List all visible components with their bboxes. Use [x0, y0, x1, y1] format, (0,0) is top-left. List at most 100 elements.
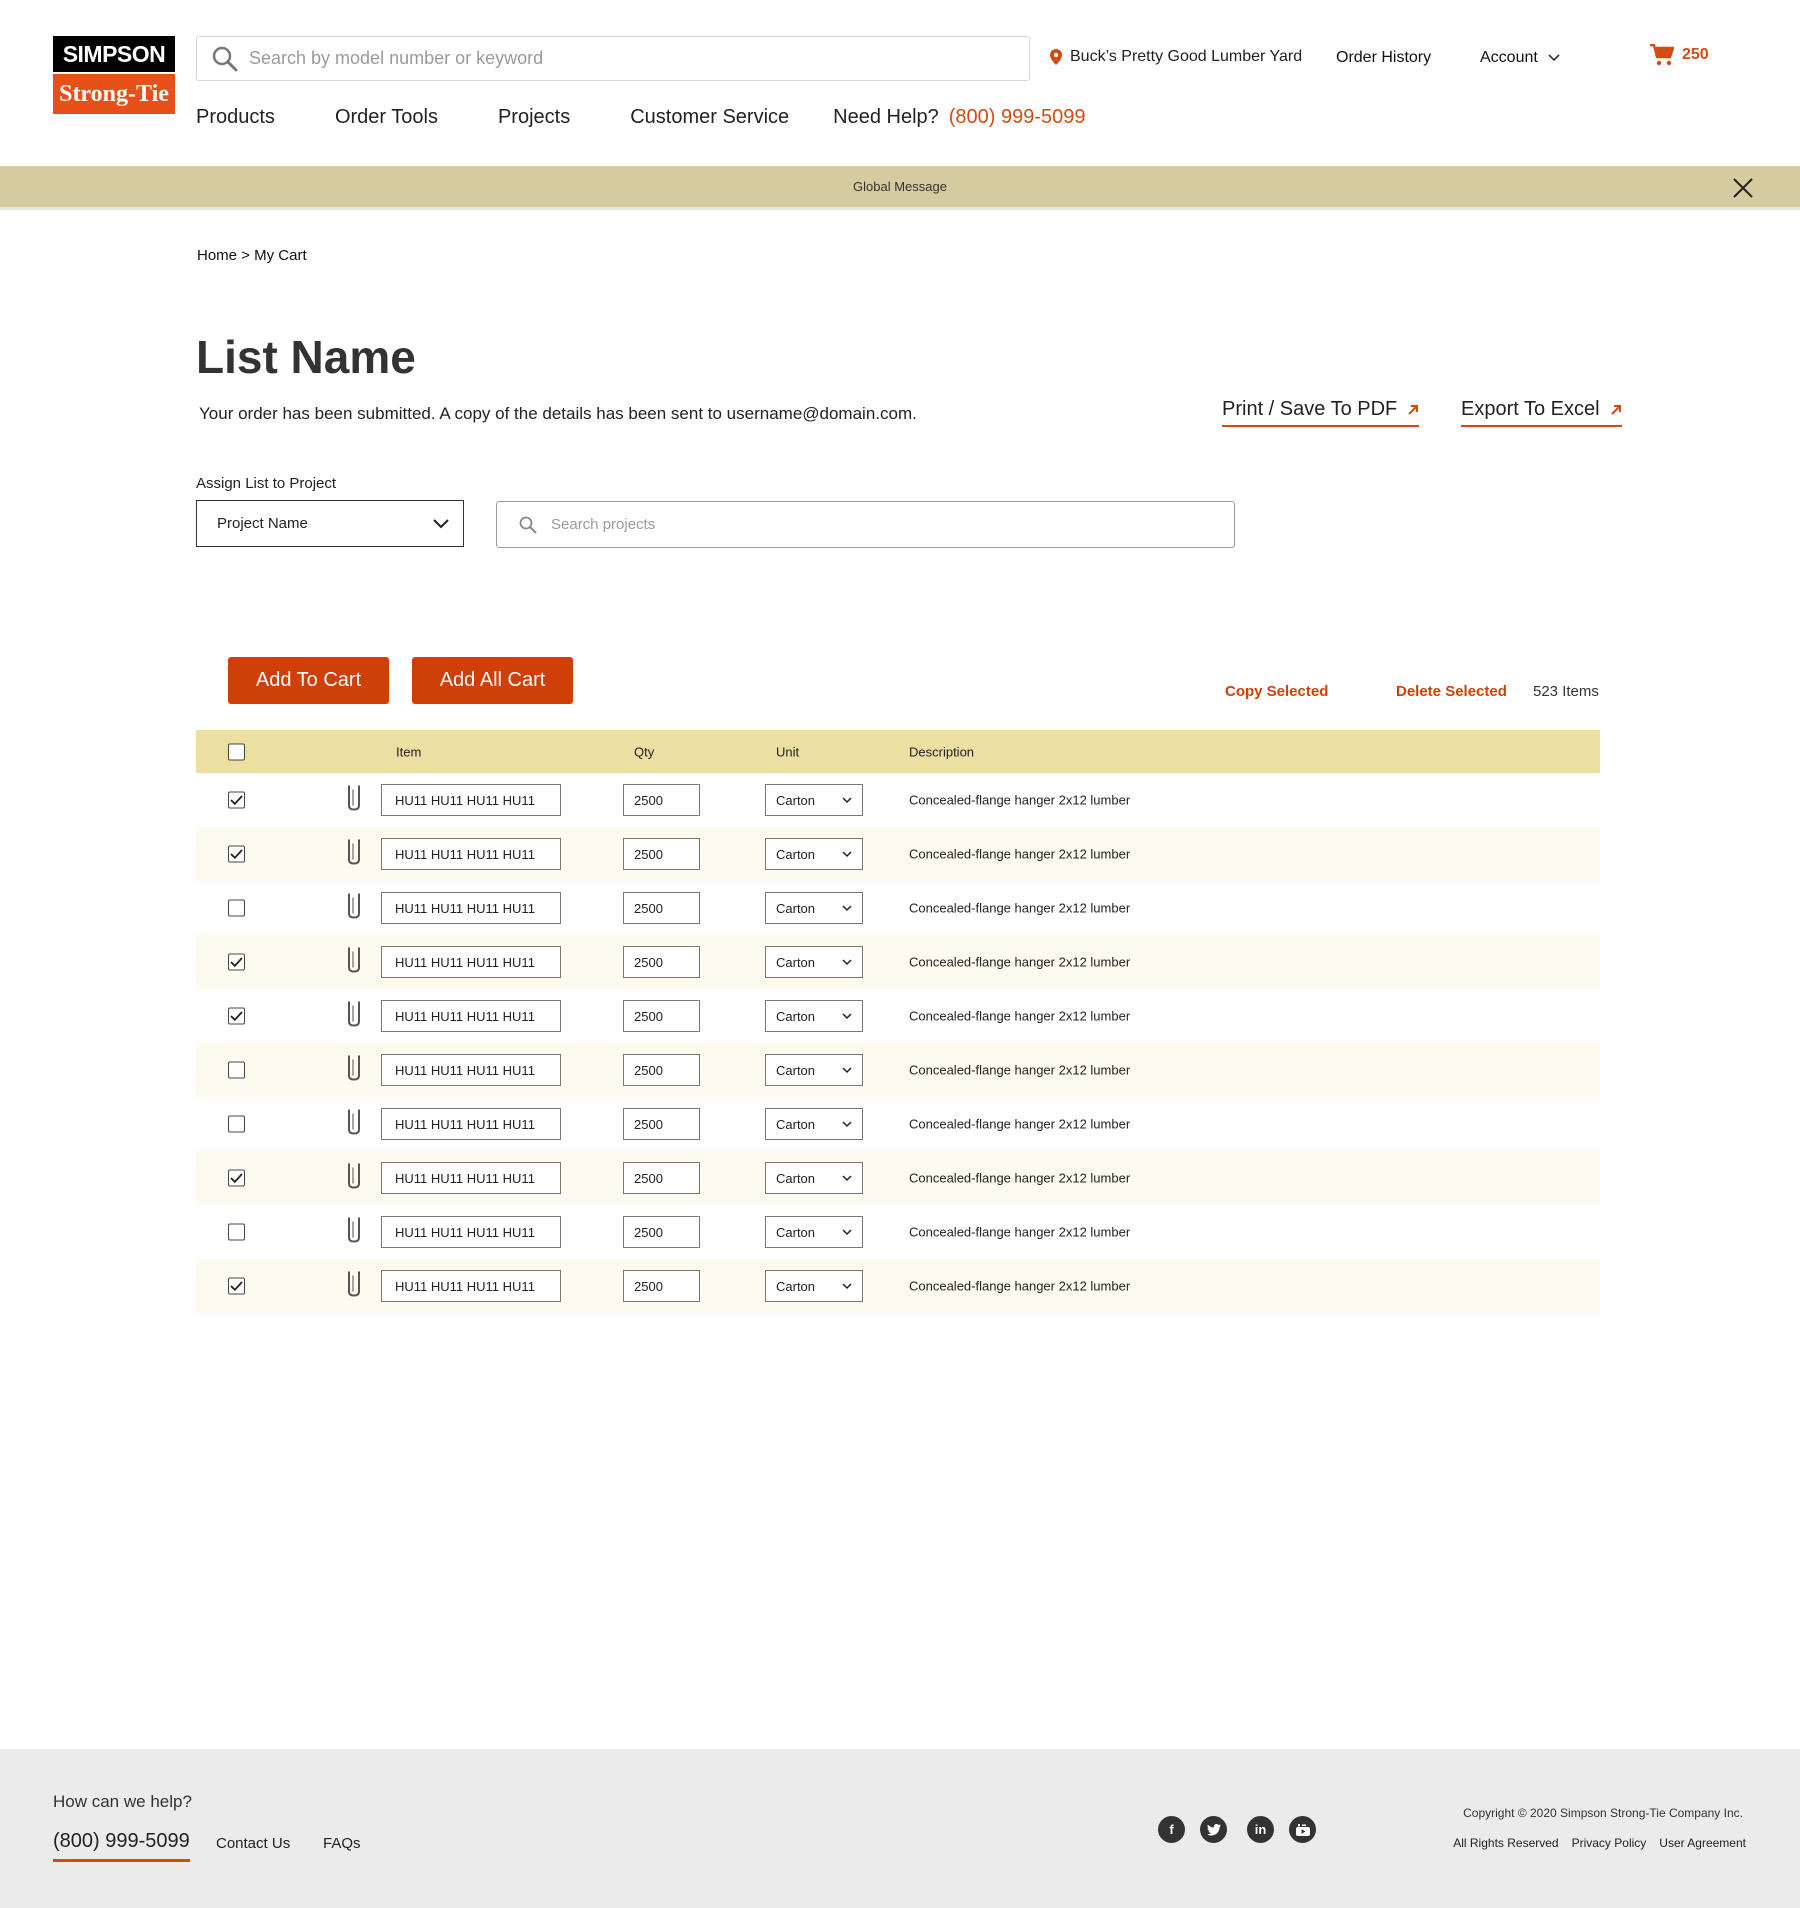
account-menu[interactable]: Account	[1480, 49, 1560, 67]
row-checkbox[interactable]	[228, 791, 245, 809]
unit-select[interactable]: Carton	[765, 1270, 863, 1302]
export-excel-link[interactable]: Export To Excel	[1461, 398, 1622, 427]
row-checkbox[interactable]	[228, 1223, 245, 1241]
qty-input[interactable]: 2500	[623, 838, 700, 870]
item-input[interactable]: HU11 HU11 HU11 HU11	[381, 838, 561, 870]
site-search[interactable]	[196, 36, 1030, 81]
external-arrow-icon	[1610, 404, 1621, 415]
qty-input[interactable]: 2500	[623, 946, 700, 978]
project-search-input[interactable]	[551, 516, 1234, 533]
linkedin-icon[interactable]: in	[1247, 1816, 1274, 1843]
table-row: HU11 HU11 HU11 HU11 2500 Carton Concealed-f…	[196, 1097, 1600, 1151]
item-input[interactable]: HU11 HU11 HU11 HU11	[381, 784, 561, 816]
need-help-label: Need Help?	[833, 106, 939, 128]
privacy-policy-link[interactable]: Privacy Policy	[1572, 1836, 1647, 1850]
unit-value: Carton	[776, 1278, 816, 1294]
qty-input[interactable]: 2500	[623, 1216, 700, 1248]
site-search-input[interactable]	[249, 48, 1029, 69]
product-thumbnail	[346, 1054, 362, 1087]
unit-select[interactable]: Carton	[765, 1054, 863, 1086]
product-thumbnail	[346, 946, 362, 979]
project-select[interactable]: Project Name	[196, 500, 464, 547]
unit-select[interactable]: Carton	[765, 784, 863, 816]
chevron-down-icon	[1548, 54, 1560, 62]
qty-input[interactable]: 2500	[623, 1054, 700, 1086]
row-checkbox[interactable]	[228, 845, 245, 863]
youtube-glyph	[1295, 1823, 1310, 1836]
help-phone-link[interactable]: (800) 999-5099	[949, 106, 1086, 129]
item-input[interactable]: HU11 HU11 HU11 HU11	[381, 1108, 561, 1140]
order-history-link[interactable]: Order History	[1336, 49, 1431, 67]
project-search[interactable]	[496, 501, 1235, 548]
twitter-icon[interactable]	[1200, 1816, 1227, 1843]
chevron-down-icon	[842, 1066, 852, 1073]
item-input[interactable]: HU11 HU11 HU11 HU11	[381, 1054, 561, 1086]
row-checkbox[interactable]	[228, 1115, 245, 1133]
nav-item-order-tools[interactable]: Order Tools	[335, 106, 438, 129]
item-input[interactable]: HU11 HU11 HU11 HU11	[381, 1216, 561, 1248]
table-row: HU11 HU11 HU11 HU11 2500 Carton Concealed-f…	[196, 881, 1600, 935]
contact-us-link[interactable]: Contact Us	[216, 1835, 290, 1852]
account-label: Account	[1480, 49, 1538, 66]
table-row: HU11 HU11 HU11 HU11 2500 Carton Concealed-f…	[196, 1043, 1600, 1097]
unit-select[interactable]: Carton	[765, 1216, 863, 1248]
chevron-down-icon	[842, 958, 852, 965]
qty-input[interactable]: 2500	[623, 1162, 700, 1194]
page-title: List Name	[196, 331, 416, 383]
table-header: Item Qty Unit Description	[196, 730, 1600, 773]
row-checkbox[interactable]	[228, 1169, 245, 1187]
external-arrow-icon	[1408, 404, 1419, 415]
footer-phone-link[interactable]: (800) 999-5099	[53, 1830, 190, 1862]
item-input[interactable]: HU11 HU11 HU11 HU11	[381, 1162, 561, 1194]
simpson-strong-tie-logo[interactable]: SIMPSON Strong-Tie	[53, 36, 175, 114]
unit-value: Carton	[776, 1224, 816, 1240]
product-thumbnail	[346, 1270, 362, 1303]
product-thumbnail	[346, 892, 362, 925]
store-location[interactable]: Buck’s Pretty Good Lumber Yard	[1050, 48, 1302, 66]
item-input[interactable]: HU11 HU11 HU11 HU11	[381, 892, 561, 924]
chevron-down-icon	[842, 904, 852, 911]
qty-input[interactable]: 2500	[623, 892, 700, 924]
table-row: HU11 HU11 HU11 HU11 2500 Carton Concealed-f…	[196, 1205, 1600, 1259]
row-checkbox[interactable]	[228, 899, 245, 917]
close-icon[interactable]	[1732, 177, 1754, 199]
delete-selected-link[interactable]: Delete Selected	[1396, 683, 1507, 700]
copy-selected-link[interactable]: Copy Selected	[1225, 683, 1328, 700]
select-all-checkbox[interactable]	[228, 743, 245, 760]
unit-select[interactable]: Carton	[765, 946, 863, 978]
user-agreement-link[interactable]: User Agreement	[1659, 1836, 1746, 1850]
unit-select[interactable]: Carton	[765, 1108, 863, 1140]
row-checkbox[interactable]	[228, 1007, 245, 1025]
print-save-pdf-link[interactable]: Print / Save To PDF	[1222, 398, 1420, 427]
add-to-cart-button[interactable]: Add To Cart	[228, 657, 389, 704]
product-thumbnail	[346, 784, 362, 817]
item-input[interactable]: HU11 HU11 HU11 HU11	[381, 946, 561, 978]
qty-input[interactable]: 2500	[623, 1000, 700, 1032]
nav-item-customer-service[interactable]: Customer Service	[630, 106, 789, 129]
hanger-product-icon	[348, 785, 360, 811]
facebook-icon[interactable]: f	[1158, 1816, 1185, 1843]
qty-input[interactable]: 2500	[623, 1108, 700, 1140]
item-input[interactable]: HU11 HU11 HU11 HU11	[381, 1270, 561, 1302]
breadcrumb[interactable]: Home > My Cart	[197, 247, 307, 264]
search-icon	[519, 516, 537, 533]
nav-item-projects[interactable]: Projects	[498, 106, 570, 129]
unit-select[interactable]: Carton	[765, 1162, 863, 1194]
cart-button[interactable]: 250	[1650, 44, 1709, 66]
qty-input[interactable]: 2500	[623, 784, 700, 816]
item-input[interactable]: HU11 HU11 HU11 HU11	[381, 1000, 561, 1032]
qty-input[interactable]: 2500	[623, 1270, 700, 1302]
add-all-cart-button[interactable]: Add All Cart	[412, 657, 573, 704]
nav-item-products[interactable]: Products	[196, 106, 275, 129]
row-checkbox[interactable]	[228, 1277, 245, 1295]
unit-select[interactable]: Carton	[765, 892, 863, 924]
description-text: Concealed-flange hanger 2x12 lumber	[909, 1116, 1131, 1132]
logo-top-text: SIMPSON	[53, 36, 175, 72]
row-checkbox[interactable]	[228, 953, 245, 971]
unit-select[interactable]: Carton	[765, 838, 863, 870]
checkmark-icon	[230, 1011, 243, 1022]
unit-value: Carton	[776, 846, 816, 862]
row-checkbox[interactable]	[228, 1061, 245, 1079]
faqs-link[interactable]: FAQs	[323, 1835, 361, 1852]
unit-select[interactable]: Carton	[765, 1000, 863, 1032]
